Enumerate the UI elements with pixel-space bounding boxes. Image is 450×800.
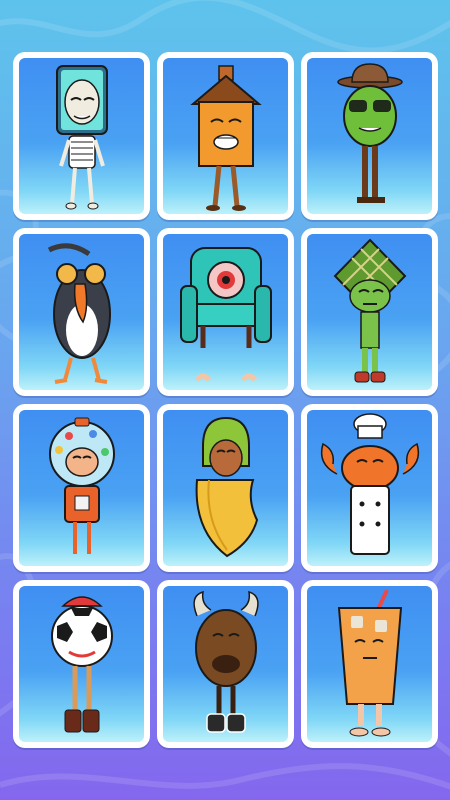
character-card-banana-monkey[interactable] <box>157 404 294 572</box>
character-grid <box>13 52 438 748</box>
character-card-armchair-eye[interactable] <box>157 228 294 396</box>
card-background <box>19 586 144 742</box>
character-card-gumball-machine[interactable] <box>13 404 150 572</box>
character-card-tablet-skeleton[interactable] <box>13 52 150 220</box>
card-background <box>19 410 144 566</box>
character-card-bison-sneakers[interactable] <box>157 580 294 748</box>
banana-monkey-icon <box>195 416 259 558</box>
card-background <box>307 58 432 214</box>
armchair-eye-icon <box>180 247 272 382</box>
tablet-skeleton-icon <box>56 65 108 210</box>
crab-chef-icon <box>320 413 420 555</box>
cowboy-pickle-icon <box>337 63 403 203</box>
card-background <box>307 234 432 390</box>
card-background <box>163 586 288 742</box>
character-card-crab-chef[interactable] <box>301 404 438 572</box>
character-card-birdhouse[interactable] <box>157 52 294 220</box>
card-background <box>163 234 288 390</box>
ketupat-icon <box>333 238 407 383</box>
birdhouse-icon <box>190 65 262 211</box>
character-card-ketupat-man[interactable] <box>301 228 438 396</box>
iced-tea-glass-icon <box>337 589 403 737</box>
gumball-machine-icon <box>49 417 115 554</box>
card-background <box>307 586 432 742</box>
card-background <box>19 58 144 214</box>
card-background <box>163 58 288 214</box>
character-card-soccer-ball[interactable] <box>13 580 150 748</box>
card-background <box>163 410 288 566</box>
card-background <box>19 234 144 390</box>
card-background <box>307 410 432 566</box>
character-card-cowboy-pickle[interactable] <box>301 52 438 220</box>
toucan-icon <box>47 243 111 384</box>
bison-icon <box>193 590 259 733</box>
soccer-ball-icon <box>51 596 113 733</box>
character-card-toucan-glasses[interactable] <box>13 228 150 396</box>
character-card-iced-tea-glass[interactable] <box>301 580 438 748</box>
